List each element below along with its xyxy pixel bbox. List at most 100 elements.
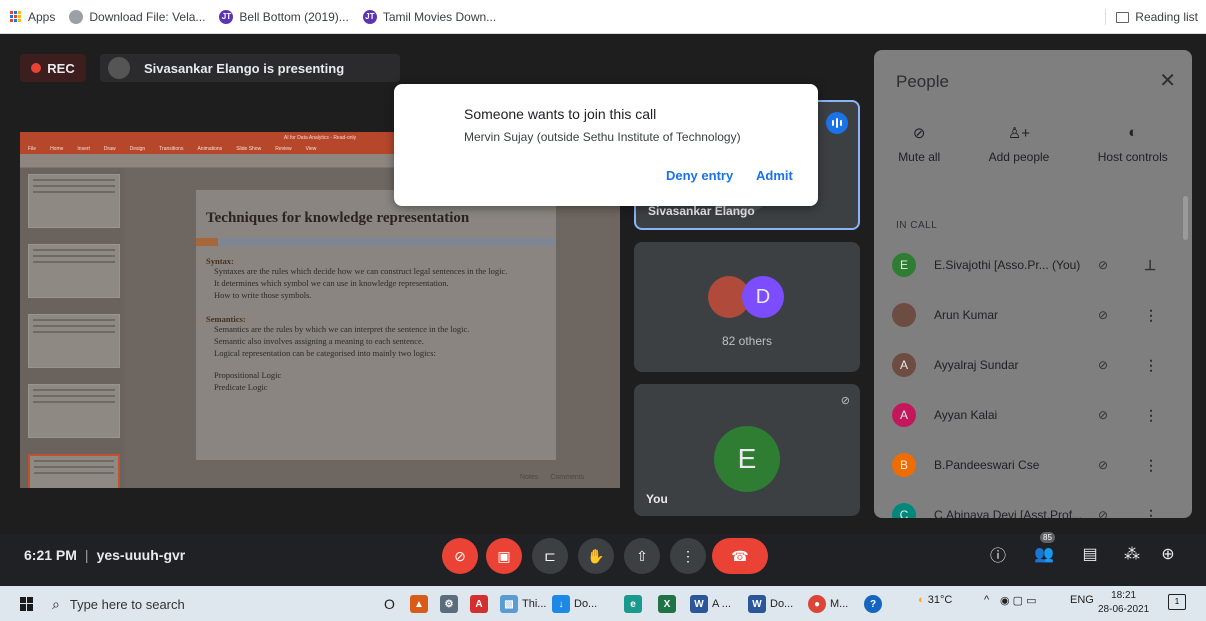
taskbar-app-thi[interactable]: ▧ Thi... <box>500 592 546 616</box>
toggle-icon: ◐ <box>1128 124 1138 141</box>
presenter-avatar <box>108 57 130 79</box>
cortana-icon[interactable]: O <box>384 592 395 616</box>
taskbar-clock[interactable]: 18:21 28-06-2021 <box>1098 589 1149 617</box>
taskbar-app-word-a[interactable]: W A ... <box>690 592 731 616</box>
scrollbar[interactable] <box>1183 196 1188 240</box>
chat-icon[interactable]: ▤ <box>1078 542 1102 566</box>
camera-off-icon: ▣ <box>497 547 511 564</box>
add-people-button[interactable]: ♙+ Add people <box>989 124 1050 164</box>
host-controls-icon[interactable]: ⊕ <box>1156 542 1180 566</box>
participant-avatar: C <box>892 503 916 518</box>
more-options-icon[interactable]: ⋮ <box>1144 457 1158 474</box>
mic-off-icon[interactable]: ⊘ <box>1098 458 1108 472</box>
settings-icon[interactable]: ⚙ <box>440 592 462 616</box>
bookmark-bell-bottom[interactable]: JT Bell Bottom (2019)... <box>219 9 349 24</box>
action-label: Add people <box>988 150 1050 164</box>
rec-label: REC <box>47 60 75 76</box>
apps-grid-icon <box>10 10 22 23</box>
captions-button[interactable]: ⊏ <box>532 538 568 574</box>
mic-toggle-button[interactable]: ⊘ <box>442 538 478 574</box>
participant-row[interactable]: E E.Sivajothi [Asso.Pr... (You) ⊘ ⊥ <box>874 240 1192 290</box>
participant-row[interactable]: Arun Kumar ⊘ ⋮ <box>874 290 1192 340</box>
taskbar-search[interactable]: ⌕ Type here to search <box>52 592 352 616</box>
ppt-tab: View <box>305 146 317 152</box>
ppt-tab: Insert <box>77 146 90 152</box>
taskbar-app-chrome[interactable]: ● M... <box>808 592 848 616</box>
activities-icon[interactable]: ⁂ <box>1120 542 1144 566</box>
more-options-button[interactable]: ⋮ <box>670 538 706 574</box>
meeting-time: 6:21 PM <box>24 547 77 563</box>
participant-row[interactable]: B B.Pandeeswari Cse ⊘ ⋮ <box>874 440 1192 490</box>
speaker-name: Sivasankar Elango <box>648 204 755 218</box>
bookmark-download-file[interactable]: Download File: Vela... <box>69 9 206 24</box>
participant-list: E E.Sivajothi [Asso.Pr... (You) ⊘ ⊥ Arun… <box>874 240 1192 518</box>
ppt-tab: Review <box>275 146 292 152</box>
mic-off-icon[interactable]: ⊘ <box>1098 408 1108 422</box>
participant-name: B.Pandeeswari Cse <box>934 458 1040 472</box>
bookmark-label: Download File: Vela... <box>89 9 206 24</box>
windows-start-icon[interactable] <box>20 596 34 611</box>
more-vert-icon: ⋮ <box>681 547 695 564</box>
participant-row[interactable]: A Ayyalraj Sundar ⊘ ⋮ <box>874 340 1192 390</box>
deny-entry-button[interactable]: Deny entry <box>666 168 733 183</box>
slide-thumbnail <box>28 244 120 298</box>
taskbar-app-download[interactable]: ↓ Do... <box>552 592 597 616</box>
mic-off-icon[interactable]: ⊘ <box>1098 508 1108 518</box>
close-icon[interactable]: ✕ <box>1159 68 1176 93</box>
admit-button[interactable]: Admit <box>756 168 793 183</box>
meeting-details-icon[interactable]: ⓘ <box>986 542 1010 566</box>
self-avatar: E <box>714 426 780 492</box>
self-tile[interactable]: ⊘ E You <box>634 384 860 516</box>
more-options-icon[interactable]: ⋮ <box>1144 507 1158 519</box>
taskbar-app-label: A ... <box>712 598 731 610</box>
language-indicator[interactable]: ENG <box>1070 594 1094 606</box>
dialog-subtitle: Mervin Sujay (outside Sethu Institute of… <box>464 130 741 144</box>
participant-row[interactable]: A Ayyan Kalai ⊘ ⋮ <box>874 390 1192 440</box>
more-options-icon[interactable]: ⋮ <box>1144 357 1158 374</box>
participant-avatar: A <box>892 403 916 427</box>
action-label: Host controls <box>1097 150 1168 164</box>
pin-icon[interactable]: ⊥ <box>1144 257 1156 274</box>
participant-name: E.Sivajothi [Asso.Pr... (You) <box>934 258 1081 272</box>
people-icon[interactable]: 👥 <box>1032 542 1056 566</box>
help-icon[interactable]: ? <box>864 592 886 616</box>
raise-hand-button[interactable]: ✋ <box>578 538 614 574</box>
more-options-icon[interactable]: ⋮ <box>1144 307 1158 324</box>
mic-off-icon[interactable]: ⊘ <box>1098 258 1108 272</box>
bookmark-label: Tamil Movies Down... <box>382 9 497 24</box>
mic-off-icon[interactable]: ⊘ <box>1098 308 1108 322</box>
excel-icon[interactable]: X <box>658 592 680 616</box>
more-options-icon[interactable]: ⋮ <box>1144 407 1158 424</box>
matlab-icon[interactable]: ▲ <box>410 592 432 616</box>
bookmark-apps[interactable]: Apps <box>10 10 55 24</box>
ppt-tab: Animations <box>197 146 223 152</box>
meeting-controls-bar: 6:21 PM | yes-uuuh-gvr ⊘ ▣ ⊏ ✋ ⇧ ⋮ ☎ ⓘ 👥 8… <box>0 532 1206 578</box>
leave-call-button[interactable]: ☎ <box>712 538 768 574</box>
reading-list-button[interactable]: Reading list <box>1105 9 1198 25</box>
ppt-tab: File <box>28 146 37 152</box>
ppt-tab: Draw <box>103 146 116 152</box>
bookmarks-bar: Apps Download File: Vela... JT Bell Bott… <box>0 0 1206 34</box>
taskbar-app-word-do[interactable]: W Do... <box>748 592 793 616</box>
participant-row[interactable]: C C.Abinaya Devi [Asst.Prof... ⊘ ⋮ <box>874 490 1192 518</box>
others-tile[interactable]: D 82 others <box>634 242 860 372</box>
bookmark-tamil-movies[interactable]: JT Tamil Movies Down... <box>362 9 497 24</box>
present-button[interactable]: ⇧ <box>624 538 660 574</box>
edge-icon[interactable]: e <box>624 592 646 616</box>
slide-thumbnail <box>28 314 120 368</box>
tray-icons[interactable]: ◉ ▢ ▭ <box>1000 594 1037 607</box>
ppt-status-bar: Notes Comments <box>520 474 584 481</box>
recording-indicator[interactable]: REC <box>20 54 86 82</box>
host-controls-button[interactable]: ◐ Host controls <box>1098 124 1168 164</box>
notification-center-icon[interactable]: 1 <box>1168 594 1186 610</box>
acrobat-icon[interactable]: A <box>470 592 492 616</box>
camera-toggle-button[interactable]: ▣ <box>486 538 522 574</box>
others-count-label: 82 others <box>721 334 773 348</box>
mute-all-button[interactable]: ⊘ Mute all <box>898 124 940 164</box>
mic-off-icon[interactable]: ⊘ <box>1098 358 1108 372</box>
weather-widget[interactable]: ◐ 31°C <box>918 594 952 606</box>
slide-line: Propositional Logic <box>214 370 282 380</box>
hang-up-icon: ☎ <box>731 547 749 564</box>
participant-avatar: D <box>742 276 784 318</box>
tray-chevron-icon[interactable]: ^ <box>984 594 989 606</box>
